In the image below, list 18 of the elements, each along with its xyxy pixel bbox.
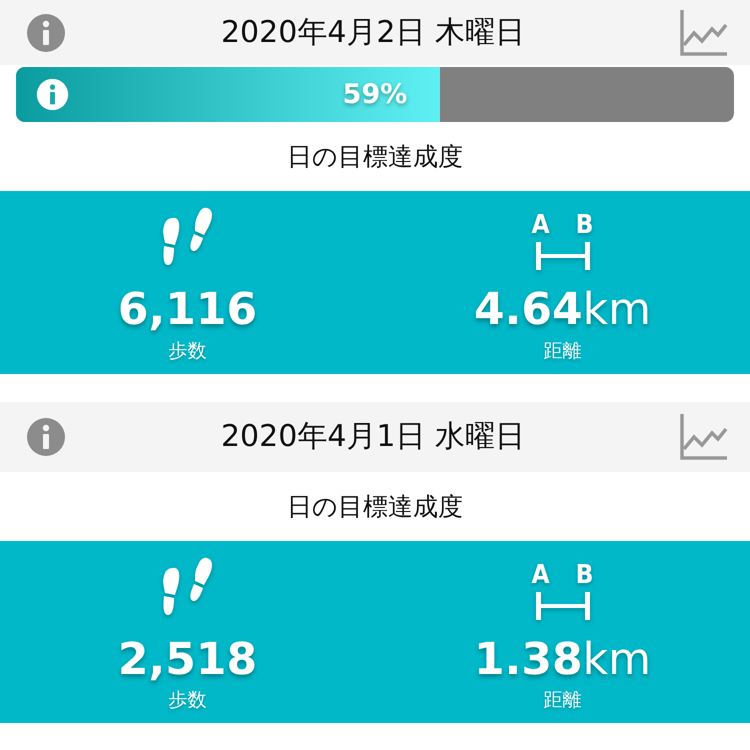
stat-label: 歩数 (168, 688, 206, 714)
info-icon[interactable] (36, 78, 69, 111)
info-icon[interactable] (26, 12, 66, 52)
goal-label: 日の目標達成度 (286, 490, 464, 523)
date-title: 2020年4月1日 水曜日 (220, 418, 526, 456)
line-chart-icon[interactable] (680, 8, 728, 56)
date-title: 2020年4月2日 木曜日 (220, 14, 526, 52)
stat-label: 距離 (544, 688, 582, 714)
stat-label: 歩数 (168, 338, 206, 364)
stat-value: 4.64km (474, 285, 651, 336)
goal-label: 日の目標達成度 (286, 141, 464, 173)
progress-reading: 59% (342, 78, 408, 112)
info-icon[interactable] (26, 416, 66, 457)
stat-value: 2,518 (118, 634, 258, 686)
line-chart-icon[interactable] (680, 412, 728, 461)
stat-value: 6,116 (118, 285, 258, 336)
stat-value: 1.38km (474, 634, 651, 686)
stat-label: 距離 (544, 338, 582, 364)
